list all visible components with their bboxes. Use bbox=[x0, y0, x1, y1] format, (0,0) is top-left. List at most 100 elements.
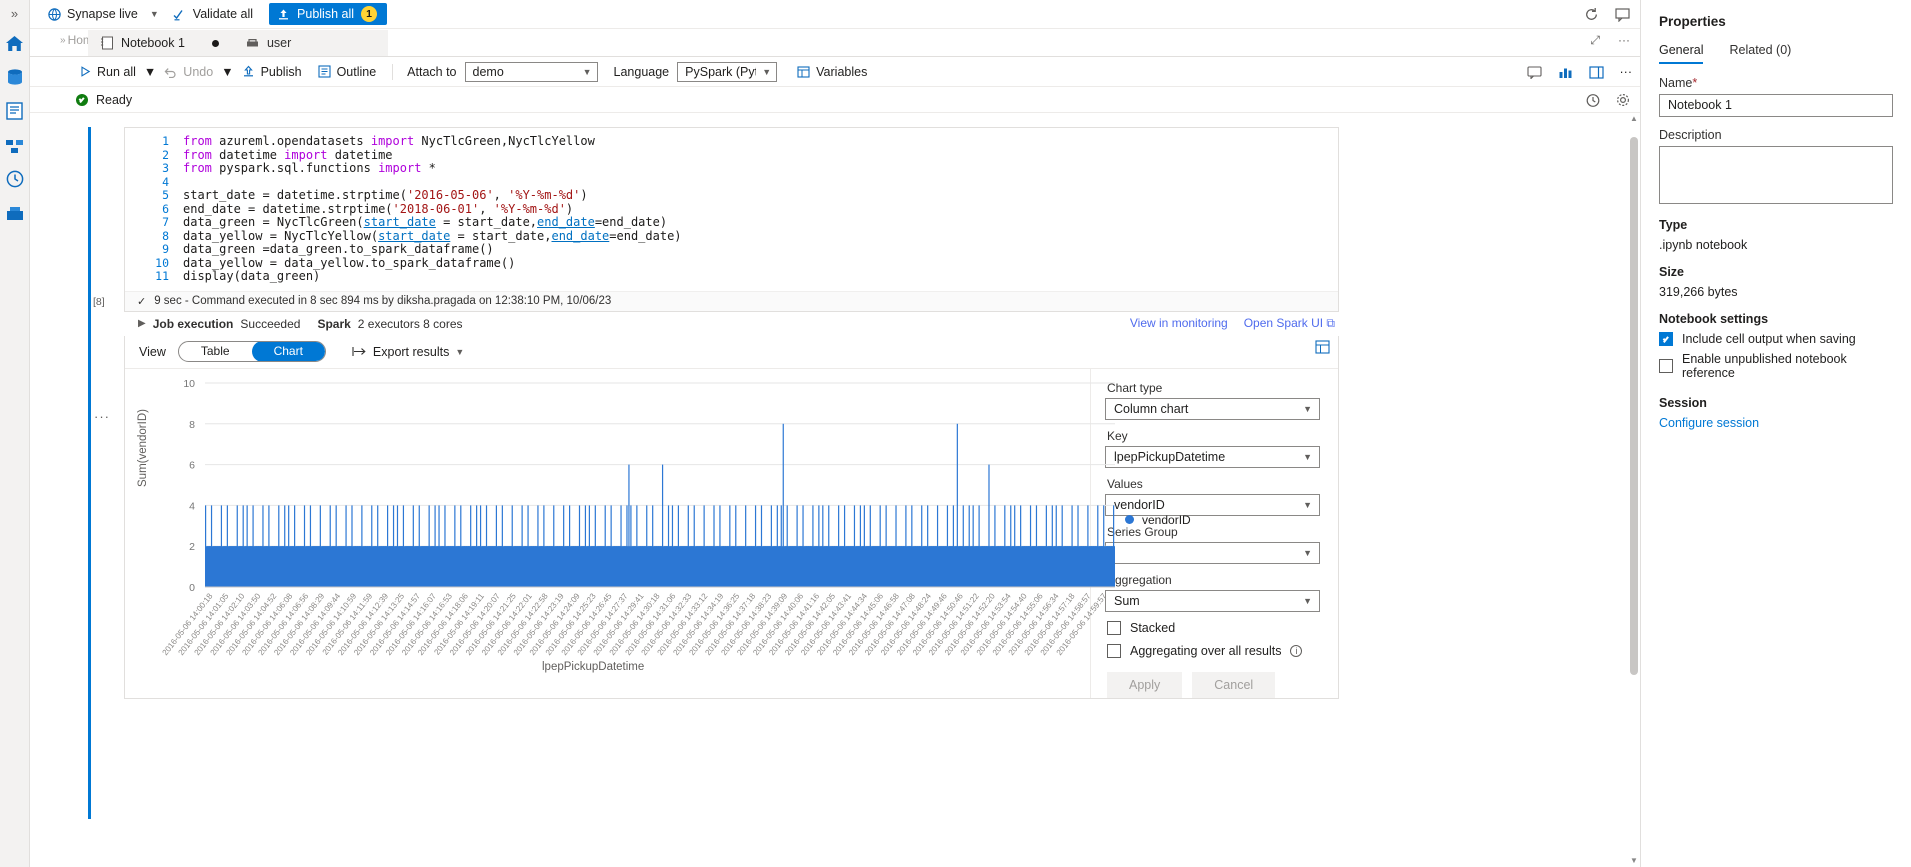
chart-settings-icon[interactable] bbox=[1315, 339, 1330, 354]
open-spark-ui-link[interactable]: Open Spark UI ⧉ bbox=[1244, 316, 1335, 331]
job-expand-chevron-icon[interactable]: ▶ bbox=[138, 318, 146, 329]
expand-icon[interactable]: ⤢ bbox=[1590, 33, 1600, 48]
name-field[interactable]: Notebook 1 bbox=[1659, 94, 1893, 117]
scrollbar-thumb[interactable] bbox=[1630, 137, 1638, 675]
key-select[interactable]: lpepPickupDatetime ▼ bbox=[1105, 445, 1320, 468]
timer-icon[interactable] bbox=[1586, 93, 1600, 107]
chart-type-value: Column chart bbox=[1114, 401, 1189, 416]
properties-icon[interactable] bbox=[1588, 65, 1604, 79]
type-value: .ipynb notebook bbox=[1659, 238, 1748, 252]
more-icon[interactable]: ··· bbox=[1618, 33, 1630, 48]
monitor-icon[interactable] bbox=[2, 162, 28, 196]
code-line: 1 from azureml.opendatasets import NycTlc… bbox=[125, 134, 1338, 149]
synapse-live-chevron-icon[interactable]: ▼ bbox=[150, 9, 159, 19]
undo-icon bbox=[164, 67, 176, 78]
view-toggle: Table Chart bbox=[177, 341, 326, 362]
chevron-down-icon: ▼ bbox=[1303, 595, 1312, 606]
export-results-button[interactable]: Export results ▼ bbox=[352, 345, 464, 359]
include-output-label: Include cell output when saving bbox=[1682, 332, 1856, 346]
configure-session-link[interactable]: Configure session bbox=[1659, 416, 1893, 430]
scroll-down-arrow-icon[interactable]: ▼ bbox=[1628, 855, 1640, 867]
unpublished-ref-checkbox[interactable] bbox=[1659, 359, 1673, 373]
attach-to-label: Attach to bbox=[407, 64, 457, 79]
outline-button[interactable]: Outline bbox=[310, 60, 385, 84]
comment-icon[interactable] bbox=[1526, 65, 1542, 79]
description-label: Description bbox=[1659, 128, 1722, 142]
publish-button[interactable]: Publish bbox=[234, 60, 310, 84]
notebook-settings-label: Notebook settings bbox=[1659, 312, 1769, 326]
code-line: 11 display(data_green) bbox=[125, 269, 1338, 284]
linked-service-icon bbox=[246, 39, 258, 47]
undo-button[interactable]: Undo bbox=[156, 60, 221, 84]
code-lines[interactable]: 1 from azureml.opendatasets import NycTlc… bbox=[125, 128, 1338, 291]
run-all-label: Run all bbox=[97, 64, 136, 79]
synapse-live-selector[interactable]: Synapse live bbox=[48, 7, 138, 21]
code-text: from datetime import datetime bbox=[183, 147, 393, 162]
settings-gear-icon[interactable] bbox=[1616, 93, 1630, 107]
view-toggle-chart[interactable]: Chart bbox=[251, 342, 325, 361]
job-execution-state: Succeeded bbox=[240, 316, 301, 331]
code-line: 5 start_date = datetime.strptime('2016-05… bbox=[125, 188, 1338, 203]
cell-more-actions-icon[interactable]: ··· bbox=[94, 409, 110, 424]
run-all-chevron-icon[interactable]: ▼ bbox=[144, 65, 156, 79]
execution-status-text: 9 sec - Command executed in 8 sec 894 ms… bbox=[154, 295, 612, 307]
more-commands-icon[interactable]: ··· bbox=[1620, 65, 1633, 79]
view-toggle-table[interactable]: Table bbox=[179, 342, 252, 361]
develop-icon[interactable] bbox=[2, 94, 28, 128]
variables-button[interactable]: Variables bbox=[789, 60, 875, 84]
data-icon[interactable] bbox=[2, 60, 28, 94]
tab-related[interactable]: Related (0) bbox=[1729, 43, 1791, 64]
expand-nav-icon[interactable]: » bbox=[11, 2, 18, 26]
tab-user[interactable]: user bbox=[232, 30, 388, 56]
properties-tabs: General Related (0) bbox=[1659, 43, 1893, 64]
y-axis-tick: 2 bbox=[189, 541, 195, 553]
line-number: 6 bbox=[162, 201, 169, 216]
notebook-icon bbox=[101, 36, 113, 50]
tab-strip-right-icons: ⤢ ··· bbox=[1590, 33, 1630, 48]
values-label: Values bbox=[1107, 476, 1143, 491]
include-output-checkbox[interactable] bbox=[1659, 332, 1673, 346]
line-number: 5 bbox=[162, 188, 169, 202]
publish-icon bbox=[279, 9, 289, 19]
notebook-scrollbar[interactable]: ▲ ▼ bbox=[1628, 113, 1640, 867]
view-in-monitoring-link[interactable]: View in monitoring bbox=[1130, 316, 1228, 331]
series-group-label: Series Group bbox=[1107, 524, 1178, 539]
feedback-icon[interactable] bbox=[1615, 7, 1630, 22]
home-icon[interactable] bbox=[2, 26, 28, 60]
validate-all-button[interactable]: Validate all bbox=[173, 7, 253, 21]
size-label: Size bbox=[1659, 265, 1685, 279]
code-editor[interactable]: M↓ ··· 1from azureml bbox=[93, 127, 1339, 312]
manage-icon[interactable] bbox=[2, 196, 28, 230]
publish-all-button[interactable]: Publish all 1 bbox=[269, 3, 388, 25]
line-number: 2 bbox=[162, 147, 169, 162]
cmdbar-right-icons: ··· bbox=[1526, 57, 1633, 87]
info-icon[interactable]: i bbox=[1290, 644, 1303, 657]
notebook-canvas: ▼ M↓ ··· bbox=[30, 113, 1628, 867]
chart-legend[interactable]: vendorID bbox=[1125, 513, 1191, 527]
attach-to-select[interactable]: demo ▼ bbox=[464, 61, 598, 82]
language-select[interactable]: PySpark (Python) ▼ bbox=[677, 61, 778, 82]
run-all-button[interactable]: Run all bbox=[72, 60, 144, 84]
chart-svg[interactable]: 02468102016-05-06 14:00:182016-05-06 14:… bbox=[125, 369, 1125, 669]
tab-general[interactable]: General bbox=[1659, 43, 1704, 64]
notebook-command-bar: Run all ▼ Undo ▼ Publish Outline Attach … bbox=[30, 57, 1640, 87]
chart-baseline-block[interactable] bbox=[205, 545, 1115, 587]
properties-title: Properties bbox=[1659, 14, 1726, 29]
refresh-icon[interactable] bbox=[1584, 7, 1599, 22]
description-field[interactable] bbox=[1659, 146, 1893, 204]
line-number: 4 bbox=[162, 174, 169, 189]
chart-view-icon[interactable] bbox=[1558, 66, 1573, 79]
apply-button[interactable]: Apply bbox=[1107, 671, 1183, 698]
cancel-button[interactable]: Cancel bbox=[1192, 671, 1276, 698]
aggregating-row: Aggregating over all results i bbox=[1107, 643, 1320, 658]
legend-label: vendorID bbox=[1142, 512, 1191, 527]
aggregation-select[interactable]: Sum ▼ bbox=[1105, 589, 1320, 612]
series-group-select[interactable]: ▼ bbox=[1105, 541, 1320, 564]
y-axis-tick: 6 bbox=[189, 459, 195, 471]
integrate-icon[interactable] bbox=[2, 128, 28, 162]
undo-chevron-icon[interactable]: ▼ bbox=[221, 65, 233, 79]
scroll-up-arrow-icon[interactable]: ▲ bbox=[1628, 113, 1640, 125]
tab-notebook-1[interactable]: Notebook 1 bbox=[88, 30, 233, 56]
chart-type-select[interactable]: Column chart ▼ bbox=[1105, 397, 1320, 420]
include-output-row: Include cell output when saving bbox=[1659, 332, 1893, 346]
